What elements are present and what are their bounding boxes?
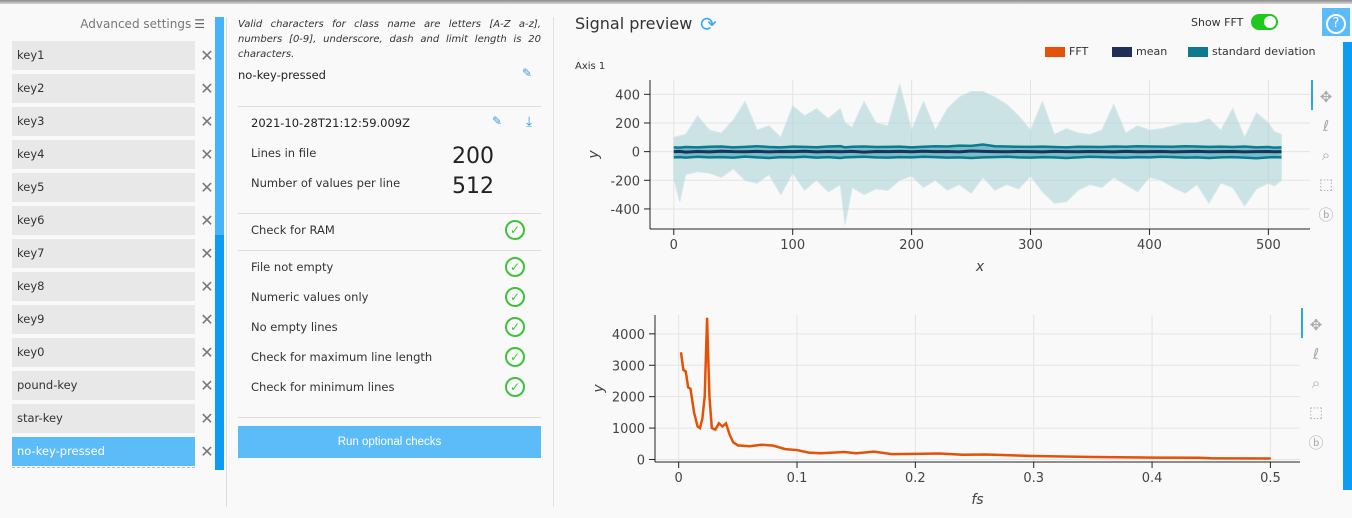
fft-point [1210, 457, 1213, 460]
charts-svg: 0 100 200 300 400 500 -400 -200 0 200 400 x y 0 0.1 0.2… [586, 80, 1313, 508]
x-tick-label: 0 [670, 238, 678, 253]
y-axis-label: y [591, 384, 607, 394]
lasso-icon[interactable]: ℓ [1306, 345, 1326, 363]
fft-point [725, 422, 727, 425]
y-tick-label: 4000 [612, 328, 645, 343]
fft-point [1151, 456, 1153, 459]
zoom-icon[interactable]: ⌕ [1316, 146, 1336, 164]
x-tick-label: 0.4 [1142, 471, 1163, 486]
fft-point [985, 453, 988, 456]
x-tick-label: 0 [675, 471, 683, 486]
fft-point [711, 427, 713, 429]
fft-point [703, 395, 706, 398]
fft-point [737, 444, 739, 447]
y-tick-label: 3000 [612, 359, 645, 374]
box-select-icon[interactable]: ⬚ [1306, 403, 1326, 421]
y-tick-label: 0 [637, 453, 645, 468]
fft-point [873, 450, 875, 453]
fft-point [1269, 457, 1272, 460]
fft-point [796, 449, 798, 451]
fft-point [693, 411, 695, 414]
x-tick-label: 300 [1018, 238, 1043, 253]
x-tick-label: 0.3 [1023, 471, 1044, 486]
x-axis-label: x [975, 259, 985, 275]
y-tick-label: -400 [610, 203, 640, 218]
lasso-icon[interactable]: ℓ [1316, 117, 1336, 135]
x-tick-label: 0.5 [1260, 471, 1281, 486]
box-select-icon[interactable]: ⬚ [1316, 175, 1336, 193]
fft-point [855, 452, 857, 455]
fft-point [760, 443, 763, 446]
std-lower-line [673, 155, 1282, 160]
fft-point [718, 422, 720, 425]
fft-point [784, 448, 786, 450]
fft-point [843, 451, 846, 453]
fft-point [680, 351, 682, 354]
fft-point [689, 388, 692, 390]
fft-point [732, 441, 734, 444]
y-tick-label: 400 [615, 88, 640, 103]
pan-icon[interactable]: ✥ [1316, 88, 1336, 106]
fft-point [714, 428, 717, 431]
y-tick-label: 1000 [612, 422, 645, 437]
fft-point [748, 445, 751, 448]
fft-point [819, 452, 822, 455]
fft-point [808, 451, 810, 454]
fft-point [938, 452, 940, 455]
x-tick-label: 400 [1137, 238, 1162, 253]
pan-icon[interactable]: ✥ [1306, 316, 1326, 334]
fft-point [706, 317, 708, 319]
fft-point [701, 417, 704, 420]
x-tick-label: 200 [899, 238, 924, 253]
fft-line [679, 318, 1271, 460]
y-tick-label: 200 [615, 117, 640, 132]
x-tick-label: 0.1 [787, 471, 808, 486]
y-axis-label: y [586, 150, 602, 160]
fft-point [772, 444, 775, 447]
y-tick-label: 0 [632, 146, 640, 161]
fft-point [728, 433, 731, 436]
x-tick-label: 500 [1256, 238, 1281, 253]
y-tick-label: 2000 [612, 391, 645, 406]
zoom-icon[interactable]: ⌕ [1306, 374, 1326, 392]
fft-point [721, 425, 724, 428]
fft-point [1032, 455, 1035, 457]
fft-point [708, 395, 711, 398]
fft-point [699, 427, 701, 429]
bokeh-logo-icon[interactable]: ⓑ [1316, 204, 1336, 225]
x-axis-label: fs [971, 492, 983, 508]
x-tick-label: 0.2 [905, 471, 926, 486]
fft-point [684, 370, 687, 373]
mean-line [673, 149, 1282, 154]
fft-point [1198, 456, 1201, 459]
fft-point [890, 453, 893, 455]
fft-point [914, 453, 917, 455]
bokeh-logo-icon[interactable]: ⓑ [1306, 432, 1326, 453]
x-tick-label: 100 [780, 238, 805, 253]
fft-point [687, 386, 689, 389]
fft-point [696, 425, 699, 428]
y-tick-label: -200 [610, 174, 640, 189]
fft-point [1092, 456, 1094, 458]
fft-point [961, 453, 964, 456]
fft-point [682, 369, 685, 371]
